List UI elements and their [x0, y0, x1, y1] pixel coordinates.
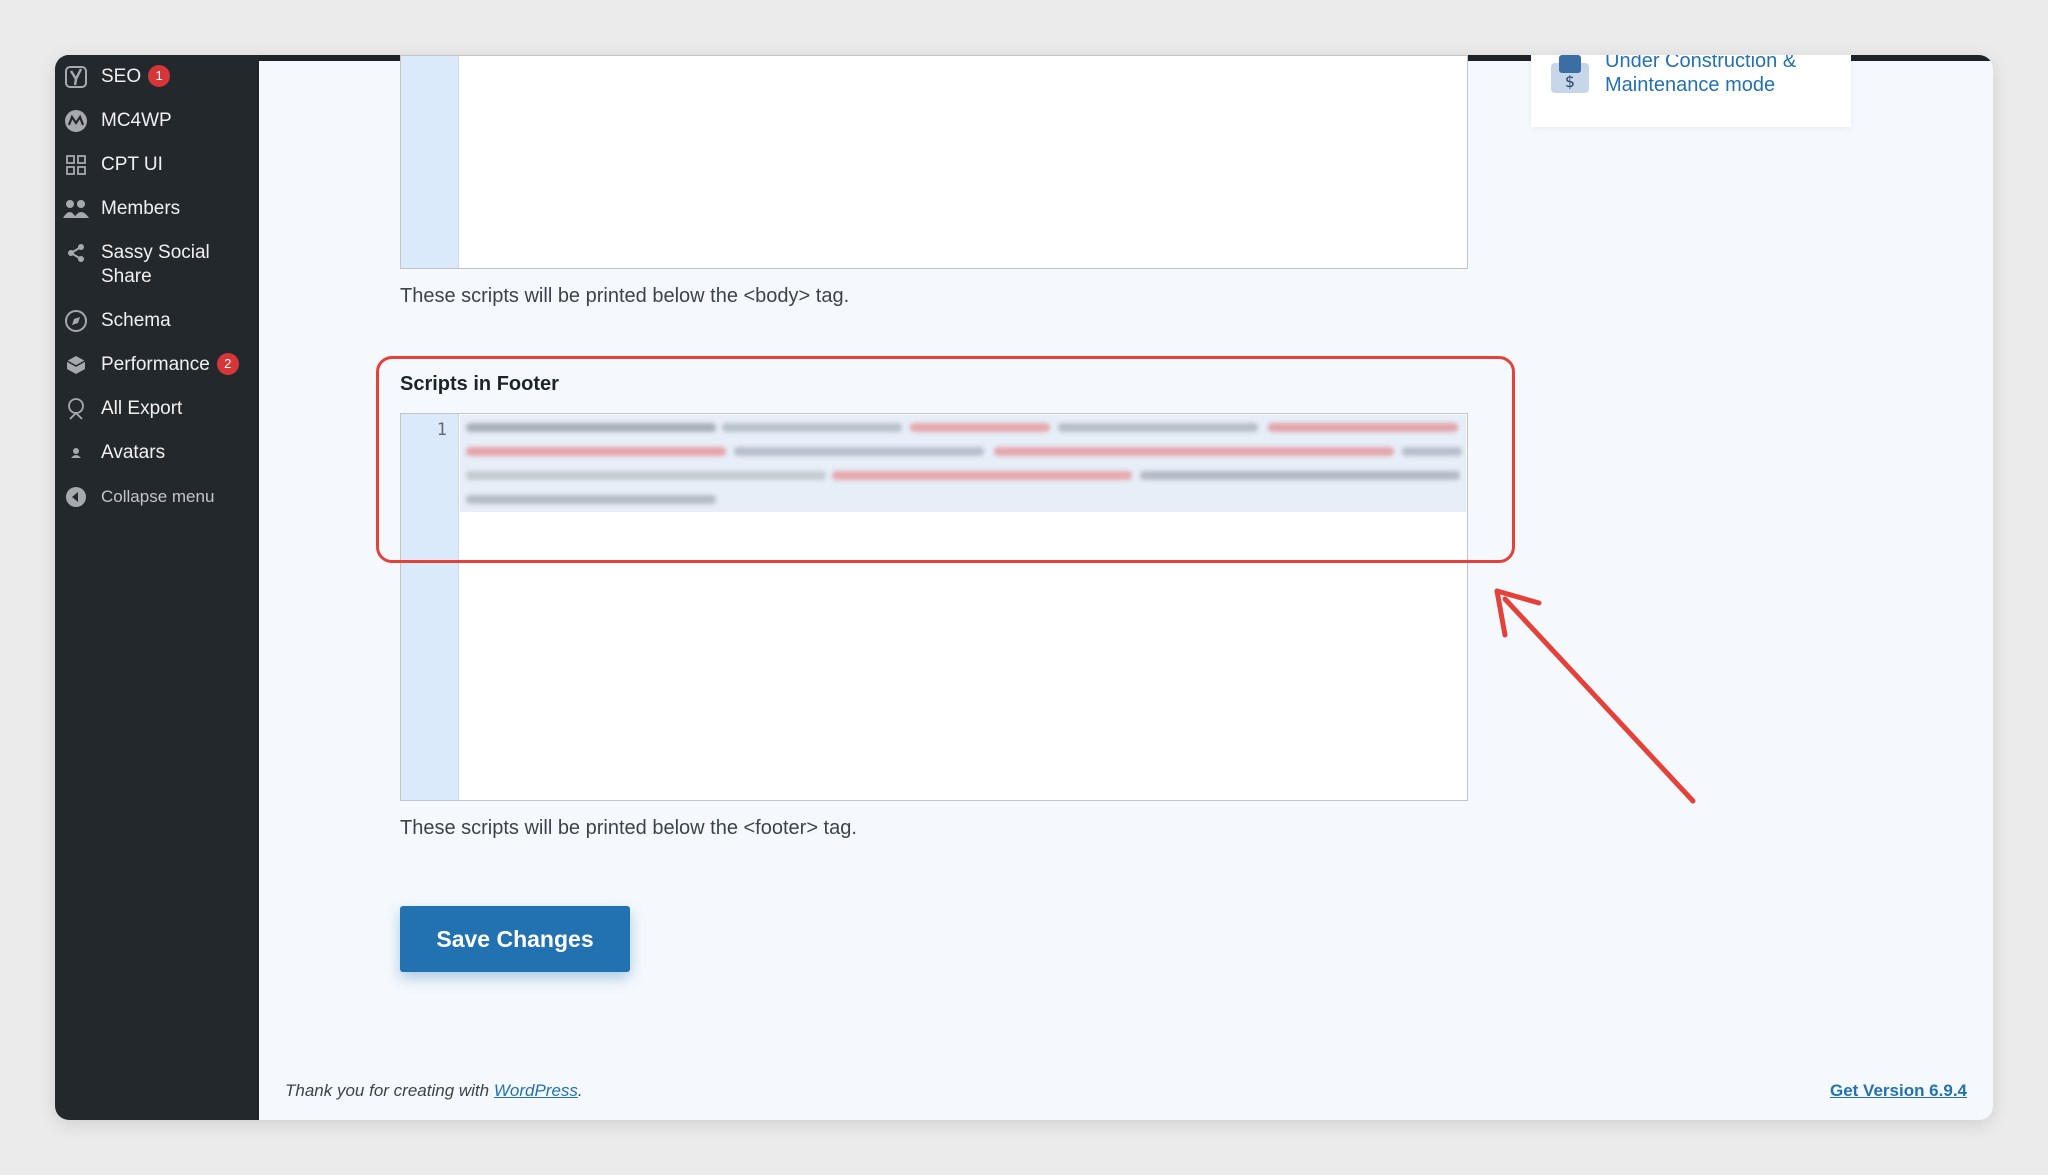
footer-scripts-description: These scripts will be printed below the … [400, 817, 857, 839]
sidebar-item-mc4wp[interactable]: MC4WP [55, 109, 259, 133]
highlight-annotation-box [376, 356, 1515, 563]
members-icon [63, 197, 89, 221]
sidebar-item-label: CPT UI [101, 154, 163, 175]
sidebar-item-label: All Export [101, 398, 183, 419]
export-icon [63, 397, 89, 421]
sidebar-item-sassy-social-share[interactable]: Sassy Social Share [55, 241, 259, 289]
construction-icon: $ [1551, 55, 1589, 93]
sidebar-item-label: Members [101, 198, 181, 219]
avatar-icon [63, 441, 89, 465]
mc4wp-icon [63, 109, 89, 133]
sidebar-item-cpt-ui[interactable]: CPT UI [55, 153, 259, 177]
collapse-menu-label: Collapse menu [101, 487, 215, 506]
yoast-icon [63, 65, 89, 89]
performance-icon [63, 353, 89, 377]
body-scripts-description: These scripts will be printed below the … [400, 285, 850, 307]
sidebar-item-seo[interactable]: SEO 1 [55, 65, 259, 89]
sidebar-item-avatars[interactable]: Avatars [55, 441, 259, 465]
sidebar-item-label: Schema [101, 310, 171, 331]
sidebar-item-label: Sassy Social Share [101, 242, 210, 287]
sidebar-item-label: Performance [101, 354, 210, 375]
sidebar-item-members[interactable]: Members [55, 197, 259, 221]
line-number-gutter [401, 56, 459, 268]
collapse-icon [63, 485, 89, 509]
annotation-arrow-icon [1494, 588, 1696, 804]
notification-badge: 1 [148, 65, 171, 87]
share-icon [63, 241, 89, 265]
svg-text:$: $ [1565, 72, 1575, 91]
sidebar-item-label: MC4WP [101, 110, 172, 131]
cpt-ui-icon [63, 153, 89, 177]
collapse-menu-button[interactable]: Collapse menu [55, 485, 259, 509]
sidebar-item-performance[interactable]: Performance 2 [55, 353, 259, 377]
schema-icon [63, 309, 89, 333]
footer-thanks: Thank you for creating with WordPress. [285, 1081, 583, 1100]
wordpress-link[interactable]: WordPress [494, 1081, 578, 1100]
under-construction-plugin-card[interactable]: $ Under Construction & Maintenance mode [1531, 55, 1851, 127]
notification-badge: 2 [216, 353, 239, 375]
sidebar-item-all-export[interactable]: All Export [55, 397, 259, 421]
browser-window: SEO 1 MC4WP CPT UI Members Sassy Social … [55, 55, 1993, 1120]
plugin-card-link[interactable]: Under Construction & Maintenance mode [1605, 55, 1845, 97]
save-changes-button[interactable]: Save Changes [400, 906, 630, 972]
body-scripts-editor[interactable] [400, 55, 1468, 269]
sidebar-item-schema[interactable]: Schema [55, 309, 259, 333]
sidebar-item-label: SEO [101, 66, 142, 87]
get-version-link[interactable]: Get Version 6.9.4 [1830, 1081, 1967, 1101]
admin-sidebar: SEO 1 MC4WP CPT UI Members Sassy Social … [55, 55, 259, 1120]
sidebar-item-label: Avatars [101, 442, 166, 463]
